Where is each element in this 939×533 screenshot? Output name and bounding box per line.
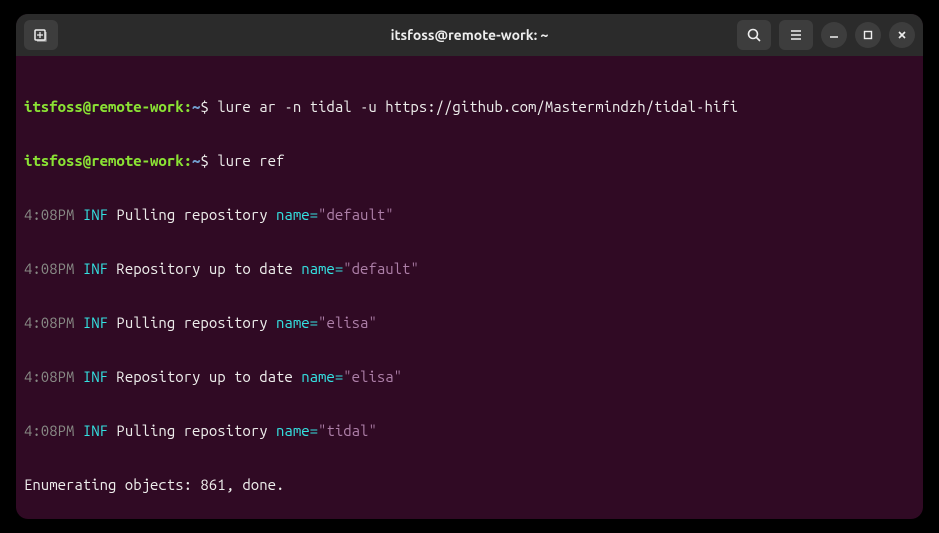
log-line: 4:08PM INF Repository up to date name="d… [24, 260, 915, 278]
log-key: name= [276, 206, 318, 223]
close-button[interactable] [889, 22, 915, 48]
terminal-body[interactable]: itsfoss@remote-work:~$ lure ar -n tidal … [16, 56, 923, 519]
output-line: Enumerating objects: 861, done. [24, 476, 915, 494]
new-tab-button[interactable] [24, 20, 58, 50]
prompt-user: itsfoss@remote-work [24, 98, 184, 115]
log-line: 4:08PM INF Pulling repository name="elis… [24, 314, 915, 332]
log-line: 4:08PM INF Pulling repository name="tida… [24, 422, 915, 440]
command-text: lure ref [217, 152, 284, 169]
log-level: INF [83, 206, 108, 223]
menu-button[interactable] [779, 20, 813, 50]
titlebar: itsfoss@remote-work: ~ [16, 14, 923, 56]
maximize-button[interactable] [855, 22, 881, 48]
log-line: 4:08PM INF Repository up to date name="e… [24, 368, 915, 386]
terminal-window: itsfoss@remote-work: ~ [16, 14, 923, 519]
timestamp: 4:08PM [24, 206, 74, 223]
prompt-line: itsfoss@remote-work:~$ lure ref [24, 152, 915, 170]
prompt-line: itsfoss@remote-work:~$ lure ar -n tidal … [24, 98, 915, 116]
log-msg: Pulling repository [116, 206, 267, 223]
window-title: itsfoss@remote-work: ~ [391, 27, 549, 43]
log-line: 4:08PM INF Pulling repository name="defa… [24, 206, 915, 224]
command-text: lure ar -n tidal -u https://github.com/M… [217, 98, 738, 115]
log-val: "default" [318, 206, 394, 223]
minimize-button[interactable] [821, 22, 847, 48]
prompt-symbol: $ [200, 98, 208, 115]
search-button[interactable] [737, 20, 771, 50]
